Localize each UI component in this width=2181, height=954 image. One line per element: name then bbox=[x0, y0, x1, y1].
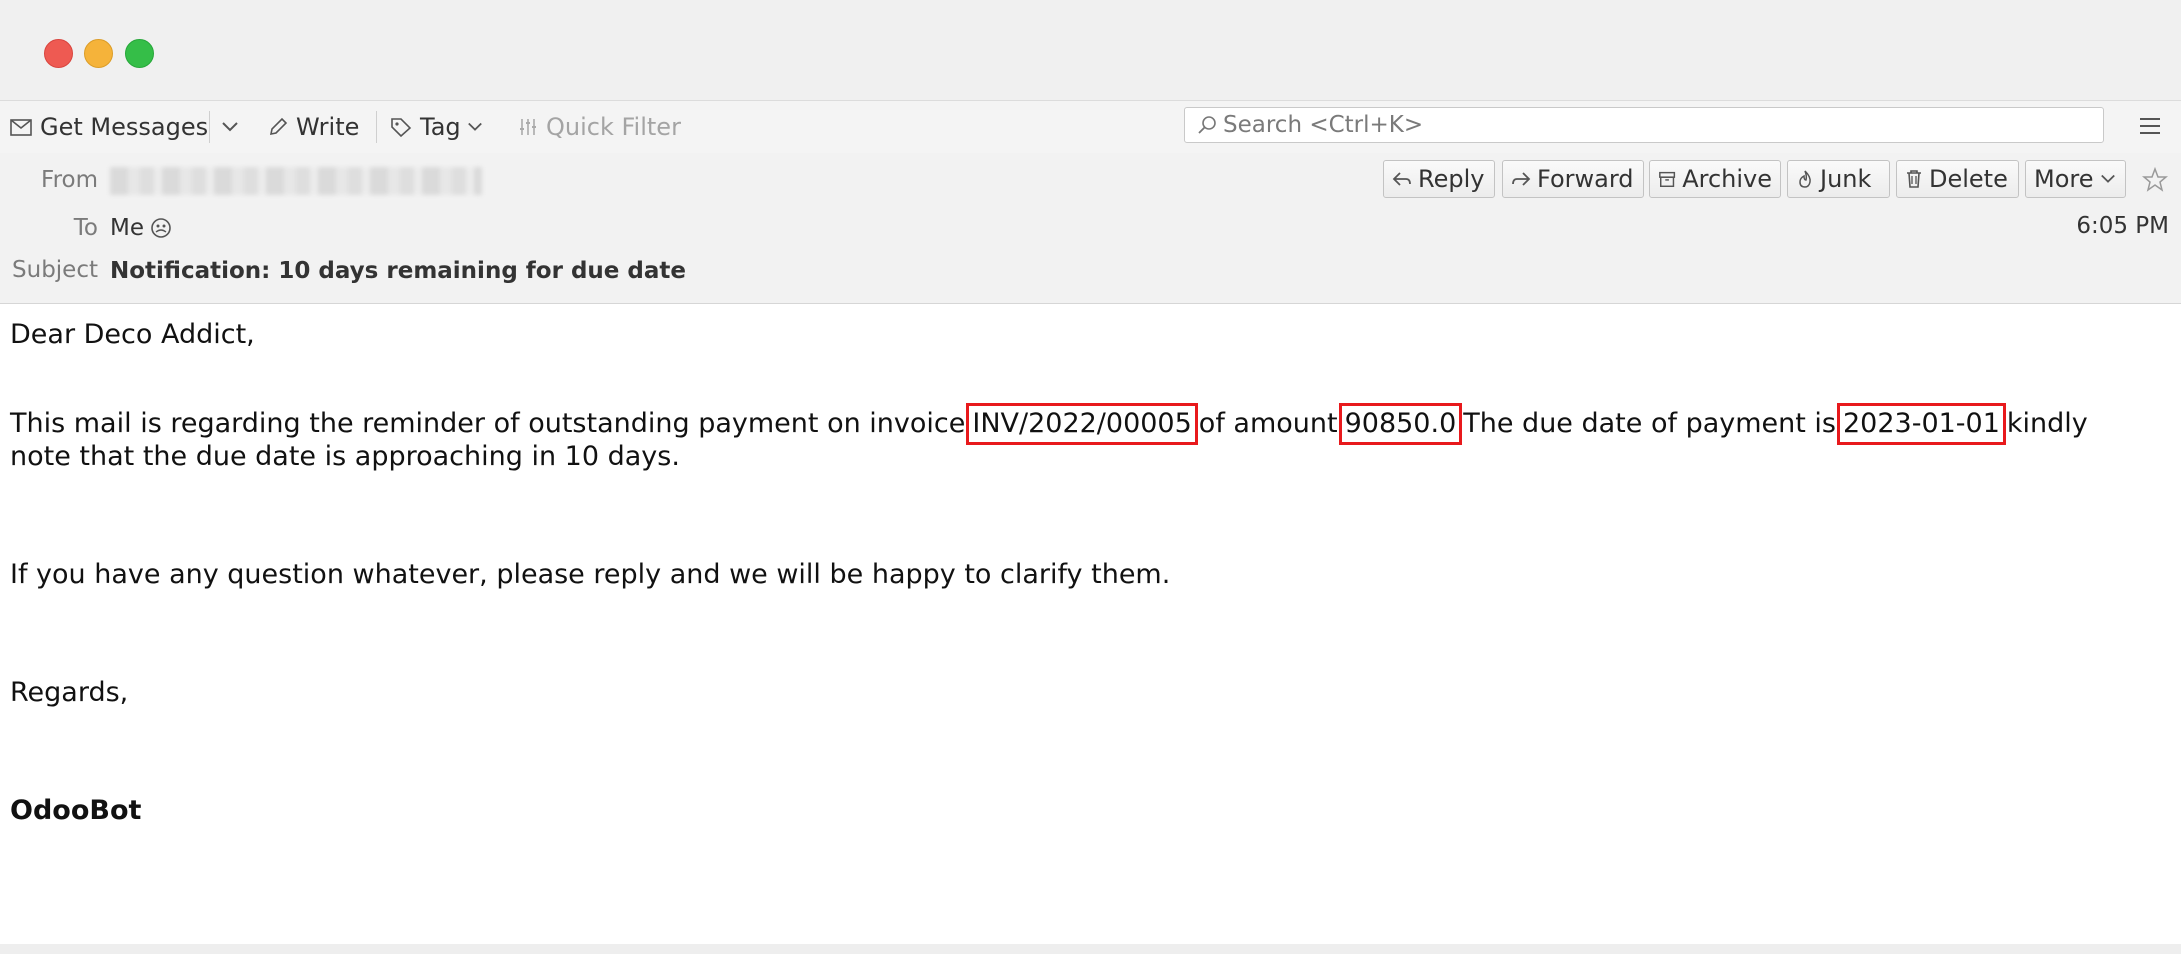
archive-button[interactable]: Archive bbox=[1649, 160, 1781, 198]
invoice-number-highlight: INV/2022/00005 bbox=[966, 403, 1198, 445]
junk-button[interactable]: Junk bbox=[1787, 160, 1890, 198]
subject-label: Subject bbox=[12, 257, 98, 283]
flame-icon bbox=[1799, 170, 1811, 188]
tag-label: Tag bbox=[420, 113, 461, 141]
regards-line: Regards, bbox=[10, 677, 129, 708]
more-label: More bbox=[2034, 165, 2094, 193]
reply-arrow-icon bbox=[1392, 172, 1411, 186]
get-messages-dropdown[interactable] bbox=[221, 101, 247, 153]
question-line: If you have any question whatever, pleas… bbox=[10, 559, 1171, 590]
subject-value: Notification: 10 days remaining for due … bbox=[110, 258, 686, 284]
forward-label: Forward bbox=[1537, 165, 1634, 193]
search-placeholder: Search <Ctrl+K> bbox=[1223, 112, 1424, 138]
recipient[interactable]: Me bbox=[110, 215, 172, 241]
write-label: Write bbox=[296, 113, 360, 141]
bottom-scroll-area bbox=[0, 944, 2181, 954]
signature: OdooBot bbox=[10, 795, 142, 826]
search-icon bbox=[1198, 116, 1216, 134]
greeting: Dear Deco Addict, bbox=[10, 319, 255, 350]
recipient-name: Me bbox=[110, 215, 144, 241]
quick-filter-button[interactable]: Quick Filter bbox=[518, 101, 681, 153]
chevron-down-icon bbox=[467, 122, 482, 131]
message-time: 6:05 PM bbox=[2076, 213, 2169, 239]
trash-icon bbox=[1907, 170, 1921, 188]
reply-label: Reply bbox=[1418, 165, 1485, 193]
pencil-icon bbox=[269, 117, 288, 136]
reminder-text-mid1: of amount bbox=[1198, 408, 1338, 439]
archive-label: Archive bbox=[1682, 165, 1772, 193]
get-messages-label: Get Messages bbox=[40, 113, 209, 141]
star-icon[interactable] bbox=[2142, 167, 2168, 193]
reminder-line-2: note that the due date is approaching in… bbox=[10, 441, 680, 472]
maximize-window-button[interactable] bbox=[125, 39, 154, 68]
archive-box-icon bbox=[1659, 171, 1676, 188]
reminder-text-post: kindly bbox=[2006, 408, 2088, 439]
main-toolbar: Get Messages Write Tag Quick Filter Sear… bbox=[0, 100, 2181, 154]
reply-button[interactable]: Reply bbox=[1383, 160, 1495, 198]
minimize-window-button[interactable] bbox=[84, 39, 113, 68]
reminder-text-mid2: The due date of payment is bbox=[1463, 408, 1836, 439]
more-button[interactable]: More bbox=[2025, 160, 2126, 198]
close-window-button[interactable] bbox=[44, 39, 73, 68]
junk-label: Junk bbox=[1820, 165, 1872, 193]
chevron-down-icon bbox=[2100, 174, 2115, 183]
delete-button[interactable]: Delete bbox=[1896, 160, 2019, 198]
forward-arrow-icon bbox=[1512, 172, 1531, 186]
chevron-down-icon bbox=[222, 122, 238, 132]
toolbar-divider bbox=[209, 111, 210, 143]
forward-button[interactable]: Forward bbox=[1502, 160, 1644, 198]
from-label: From bbox=[41, 167, 98, 193]
filter-sliders-icon bbox=[520, 119, 536, 135]
to-label: To bbox=[73, 215, 98, 241]
quick-filter-label: Quick Filter bbox=[546, 113, 681, 141]
get-messages-button[interactable]: Get Messages bbox=[10, 101, 208, 153]
sender-address-redacted[interactable] bbox=[110, 167, 482, 195]
hamburger-menu-icon[interactable] bbox=[2138, 114, 2162, 138]
amount-highlight: 90850.0 bbox=[1338, 403, 1463, 445]
delete-label: Delete bbox=[1929, 165, 2008, 193]
contact-icon bbox=[151, 218, 171, 238]
reminder-text-pre: This mail is regarding the reminder of o… bbox=[10, 408, 966, 439]
tag-icon bbox=[391, 118, 412, 137]
message-header: From To Me Subject Notification: 10 days… bbox=[0, 153, 2181, 304]
tag-button[interactable]: Tag bbox=[390, 101, 483, 153]
reminder-line-1: This mail is regarding the reminder of o… bbox=[10, 403, 2088, 445]
search-input[interactable]: Search <Ctrl+K> bbox=[1184, 107, 2104, 143]
inbox-download-icon bbox=[10, 119, 32, 136]
write-button[interactable]: Write bbox=[268, 101, 359, 153]
window-titlebar bbox=[0, 0, 2181, 100]
due-date-highlight: 2023-01-01 bbox=[1837, 403, 2006, 445]
message-body: Dear Deco Addict, This mail is regarding… bbox=[0, 304, 2181, 944]
toolbar-divider bbox=[376, 111, 377, 143]
